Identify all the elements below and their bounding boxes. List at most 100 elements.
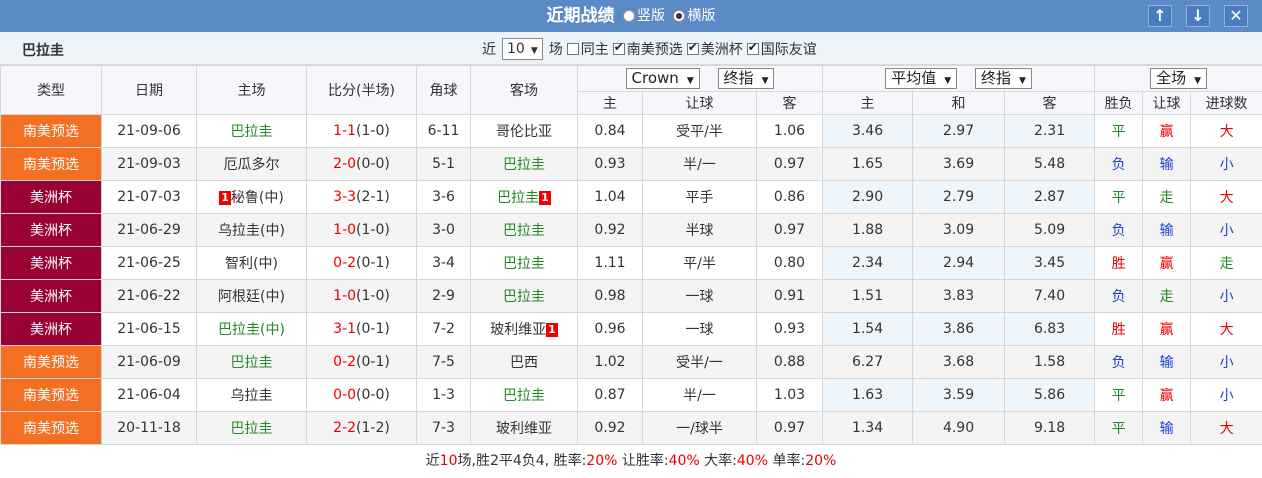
handicap-result: 输 [1159, 223, 1174, 239]
away-team-cell[interactable]: 巴拉圭 [470, 279, 578, 313]
result-scope-select[interactable]: 全场 ▼ [1150, 68, 1208, 89]
ah-away-cell: 0.97 [755, 411, 824, 445]
ah-home-odds: 1.02 [594, 354, 626, 370]
handicap-result-cell: 赢 [1142, 246, 1192, 280]
away-team-cell[interactable]: 巴拉圭 1 [470, 180, 578, 214]
away-team-cell[interactable]: 哥伦比亚 [470, 114, 578, 148]
away-team-cell[interactable]: 巴拉圭 [470, 378, 578, 412]
eu-home-odds: 6.27 [851, 354, 884, 370]
copa-checkbox[interactable] [686, 40, 699, 55]
home-team-cell[interactable]: 巴拉圭 [196, 114, 307, 148]
ah-line: 受半/一 [676, 355, 723, 371]
half-score: (1-2) [356, 420, 390, 436]
home-team-cell[interactable]: 智利(中) [196, 246, 307, 280]
col-eu-draw: 和 [912, 91, 1006, 115]
ah-home-odds: 1.04 [594, 189, 626, 205]
handicap-result: 输 [1159, 355, 1174, 371]
home-team-cell[interactable]: 阿根廷(中) [196, 279, 307, 313]
ah-away-odds: 0.80 [773, 255, 806, 271]
home-team-cell[interactable]: 巴拉圭(中) [196, 312, 307, 346]
match-row[interactable]: 美洲杯 21-06-29 乌拉圭(中) 1-0(1-0) 3-0 巴拉圭 0.92 半球 0.9… [0, 213, 1262, 247]
away-team: 玻利维亚 [490, 322, 547, 338]
summary-over-rate: 40% [736, 453, 769, 469]
match-row[interactable]: 南美预选 21-09-03 厄瓜多尔 2-0(0-0) 5-1 巴拉圭 0.93 半/一 0.9… [0, 147, 1262, 181]
eu-home-cell: 2.34 [822, 246, 914, 280]
ah-away-cell: 0.97 [755, 147, 824, 181]
league-cell: 美洲杯 [0, 279, 102, 313]
handicap-result: 赢 [1159, 124, 1174, 140]
panel-title: 近期战绩 [546, 6, 615, 26]
eu-home-cell: 1.88 [822, 213, 914, 247]
close-button[interactable]: ✕ [1224, 5, 1248, 27]
match-row[interactable]: 美洲杯 21-06-25 智利(中) 0-2(0-1) 3-4 巴拉圭 1.11 平/半 0.8… [0, 246, 1262, 280]
home-team-cell[interactable]: 厄瓜多尔 [196, 147, 307, 181]
goals-result: 走 [1219, 256, 1234, 272]
away-team-cell[interactable]: 巴拉圭 [470, 147, 578, 181]
match-row[interactable]: 美洲杯 21-07-03 1 秘鲁(中) 3-3(2-1) 3-6 巴拉圭 1 1.04 平手 0.… [0, 180, 1262, 214]
eu-draw-cell: 2.79 [912, 180, 1006, 214]
home-team-cell[interactable]: 巴拉圭 [196, 345, 307, 379]
col-eu-home: 主 [822, 91, 914, 115]
match-row[interactable]: 南美预选 21-06-09 巴拉圭 0-2(0-1) 7-5 巴西 1.02 受半/一 0.88… [0, 345, 1262, 379]
eu-draw-odds: 3.86 [942, 321, 975, 337]
move-up-button[interactable]: ↑ [1148, 5, 1172, 27]
away-team-cell[interactable]: 巴西 [470, 345, 578, 379]
handicap-result-cell: 赢 [1142, 378, 1192, 412]
home-team-cell[interactable]: 巴拉圭 [196, 411, 307, 445]
away-team-cell[interactable]: 玻利维亚 1 [470, 312, 578, 346]
eu-home-cell: 1.34 [822, 411, 914, 445]
odds-company-select[interactable]: Crown ▼ [625, 68, 700, 89]
match-row[interactable]: 南美预选 21-09-06 巴拉圭 1-1(1-0) 6-11 哥伦比亚 0.84 受平/半 1… [0, 114, 1262, 148]
friendly-checkbox[interactable] [746, 40, 759, 55]
league-name: 美洲杯 [30, 256, 72, 272]
summary-ah-win-rate: 40% [668, 453, 700, 469]
away-team: 巴拉圭 [503, 388, 545, 404]
home-team: 智利(中) [225, 256, 278, 272]
home-team-cell[interactable]: 乌拉圭(中) [196, 213, 307, 247]
match-row[interactable]: 美洲杯 21-06-22 阿根廷(中) 1-0(1-0) 2-9 巴拉圭 0.98 一球 0.9… [0, 279, 1262, 313]
away-team: 巴拉圭 [503, 157, 545, 173]
same-home-checkbox[interactable] [566, 43, 579, 55]
corners-cell: 7-5 [416, 345, 471, 379]
match-row[interactable]: 南美预选 20-11-18 巴拉圭 2-2(1-2) 7-3 玻利维亚 0.92 一/球半 0.… [0, 411, 1262, 445]
home-team-cell[interactable]: 1 秘鲁(中) [196, 180, 307, 214]
league-name: 美洲杯 [30, 322, 72, 338]
ah-home-cell: 0.93 [577, 147, 643, 181]
home-team-cell[interactable]: 乌拉圭 [196, 378, 307, 412]
wdl-cell: 平 [1094, 378, 1144, 412]
wdl-result: 负 [1111, 289, 1126, 305]
ah-line: 平/半 [683, 256, 716, 272]
ah-home-cell: 0.92 [577, 213, 643, 247]
corners: 3-4 [432, 255, 455, 271]
euro-kind-select[interactable]: 终指 ▼ [974, 68, 1032, 89]
ah-line: 平手 [685, 190, 714, 206]
eu-away-cell: 7.40 [1004, 279, 1096, 313]
copa-label: 美洲杯 [700, 42, 743, 58]
ah-line: 受平/半 [676, 124, 723, 140]
ah-line-cell: 半/一 [642, 378, 757, 412]
recent-count-value: 10 [507, 41, 525, 57]
away-team-cell[interactable]: 玻利维亚 [470, 411, 578, 445]
away-team-cell[interactable]: 巴拉圭 [470, 213, 578, 247]
recent-count-select[interactable]: 10 ▼ [502, 38, 543, 60]
wcq-checkbox[interactable] [612, 40, 625, 55]
layout-horizontal-label[interactable]: 横版 [687, 8, 715, 24]
goals-cell: 小 [1190, 279, 1262, 313]
summary-text: 让胜率: [617, 453, 669, 469]
ah-home-odds: 1.11 [594, 255, 626, 271]
ah-home-cell: 0.84 [577, 114, 643, 148]
col-home: 主场 [196, 65, 307, 115]
layout-vertical-label[interactable]: 竖版 [637, 8, 665, 24]
layout-vertical-radio[interactable] [623, 10, 635, 22]
match-row[interactable]: 南美预选 21-06-04 乌拉圭 0-0(0-0) 1-3 巴拉圭 0.87 半/一 1.03… [0, 378, 1262, 412]
goals-cell: 大 [1190, 312, 1262, 346]
move-down-button[interactable]: ↓ [1186, 5, 1210, 27]
league-cell: 南美预选 [0, 411, 102, 445]
match-row[interactable]: 美洲杯 21-06-15 巴拉圭(中) 3-1(0-1) 7-2 玻利维亚 1 0.96 一球 0… [0, 312, 1262, 346]
euro-type-select[interactable]: 平均值 ▼ [885, 68, 958, 89]
summary-odd-rate: 20% [805, 453, 837, 469]
eu-away-odds: 5.48 [1033, 156, 1066, 172]
layout-horizontal-radio[interactable] [673, 10, 686, 22]
away-team-cell[interactable]: 巴拉圭 [470, 246, 578, 280]
odds-kind-select[interactable]: 终指 ▼ [717, 68, 775, 89]
